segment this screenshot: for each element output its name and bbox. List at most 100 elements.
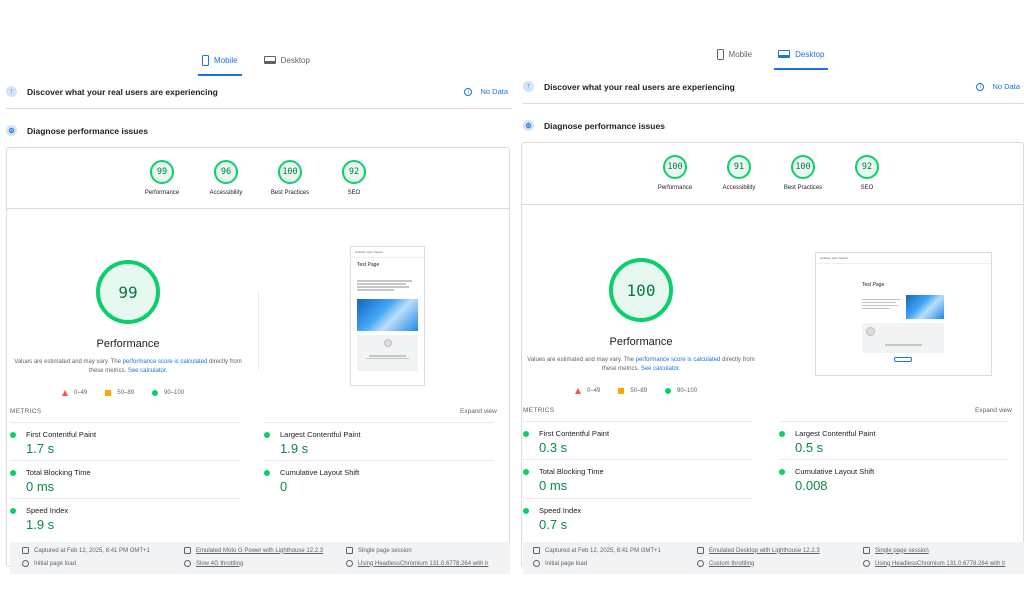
diagnose-section: ⚙ Diagnose performance issues (523, 120, 1024, 131)
settings-icon: ⚙ (6, 125, 17, 136)
device-tabs: Mobile Desktop (517, 44, 1024, 70)
pass-circle-icon (10, 431, 16, 438)
pass-circle-icon (10, 469, 16, 476)
metric-lcp: Largest Contentful Paint 0.5 s (779, 421, 1009, 455)
tab-mobile[interactable]: Mobile (713, 44, 757, 64)
score-calculated-link[interactable]: performance score is calculated (123, 359, 208, 365)
device-icon (184, 547, 191, 554)
timer-icon (22, 560, 29, 567)
pass-circle-icon (152, 390, 159, 396)
chrome-icon (863, 560, 870, 567)
tab-mobile[interactable]: Mobile (198, 50, 242, 76)
calendar-icon (22, 547, 29, 554)
tab-desktop[interactable]: Desktop (260, 50, 314, 70)
chrome-icon (346, 560, 353, 567)
screenshot-image (357, 299, 418, 331)
calculator-link[interactable]: See calculator. (128, 368, 167, 374)
metric-si: Speed Index 0.7 s (523, 498, 753, 532)
screenshot-image (906, 295, 944, 319)
pass-circle-icon (523, 468, 529, 475)
page-screenshot[interactable]: Ambient spin imperio Test Page (350, 246, 425, 386)
metric-fcp: First Contentful Paint 0.3 s (523, 421, 753, 455)
metric-tbt: Total Blocking Time 0 ms (10, 460, 240, 494)
people-icon: ↑ (523, 81, 534, 92)
performance-title: Performance (96, 338, 160, 350)
gauge-accessibility[interactable]: 91 Accessibility (717, 155, 761, 191)
calculator-link[interactable]: See calculator. (641, 366, 680, 372)
performance-score-gauge: 100 (609, 258, 673, 322)
calendar-icon (533, 547, 540, 554)
metric-cls: Cumulative Layout Shift 0 (264, 460, 494, 494)
gauge-performance[interactable]: 100 Performance (653, 155, 697, 191)
tab-desktop[interactable]: Desktop (774, 44, 829, 70)
no-data-indicator: i No Data (976, 82, 1020, 91)
performance-score-gauge: 99 (96, 260, 160, 324)
metric-lcp: Largest Contentful Paint 1.9 s (264, 422, 494, 456)
emulated-device-link[interactable]: Emulated Moto G Power with Lighthouse 12… (184, 547, 323, 554)
pass-circle-icon (779, 430, 785, 437)
discover-section[interactable]: ↑ Discover what your real users are expe… (523, 81, 1024, 92)
gauge-best-practices[interactable]: 100 Best Practices (268, 160, 312, 196)
browser-version-link[interactable]: Using HeadlessChromium 131.0.6778.264 wi… (863, 560, 1005, 567)
laptop-icon (263, 56, 276, 64)
estimate-note: Values are estimated and may vary. The p… (14, 359, 242, 374)
estimate-note: Values are estimated and may vary. The p… (527, 357, 755, 372)
divider (522, 204, 1023, 205)
score-legend: 0–49 50–89 90–100 (62, 390, 184, 396)
gauge-accessibility[interactable]: 96 Accessibility (204, 160, 248, 196)
expand-view-toggle[interactable]: Expand view (975, 407, 1012, 414)
throttling-link[interactable]: Slow 4G throttling (184, 560, 243, 567)
gauge-seo[interactable]: 92 SEO (845, 155, 889, 191)
pass-circle-icon (779, 468, 785, 475)
gauge-best-practices[interactable]: 100 Best Practices (781, 155, 825, 191)
gauge-seo[interactable]: 92 SEO (332, 160, 376, 196)
divider (7, 208, 509, 209)
score-legend: 0–49 50–89 90–100 (575, 388, 697, 394)
category-gauges: 99 Performance 96 Accessibility 100 Best Pr… (140, 160, 376, 196)
pass-circle-icon (264, 431, 270, 438)
device-icon (697, 547, 704, 554)
wifi-icon (184, 560, 191, 567)
no-data-indicator: i No Data (464, 87, 508, 96)
metric-tbt: Total Blocking Time 0 ms (523, 459, 753, 493)
info-icon: i (464, 87, 473, 96)
people-icon: ↑ (6, 86, 17, 97)
category-gauges: 100 Performance 91 Accessibility 100 Best P… (653, 155, 889, 191)
emulated-device-link[interactable]: Emulated Desktop with Lighthouse 12.2.3 (697, 547, 820, 554)
timer-icon (533, 560, 540, 567)
expand-view-toggle[interactable]: Expand view (460, 408, 497, 415)
score-calculated-link[interactable]: performance score is calculated (636, 357, 721, 363)
page-screenshot[interactable]: Ambient spin imperio Test Page (815, 252, 992, 376)
diagnose-section: ⚙ Diagnose performance issues (6, 125, 512, 136)
device-tabs: Mobile Desktop (0, 50, 512, 76)
separator (258, 290, 259, 370)
gauge-performance[interactable]: 99 Performance (140, 160, 184, 196)
session-icon (863, 547, 870, 554)
settings-icon: ⚙ (523, 120, 534, 131)
metric-si: Speed Index 1.9 s (10, 498, 240, 532)
desktop-report-panel: Mobile Desktop ↑ Discover what your real… (517, 0, 1024, 614)
throttling-link[interactable]: Custom throttling (697, 560, 754, 567)
average-square-icon (105, 390, 112, 396)
mobile-report-panel: Mobile Desktop ↑ Discover what your real… (0, 0, 512, 614)
runtime-settings: Captured at Feb 12, 2025, 8:41 PM GMT+1 … (523, 542, 1024, 574)
pass-circle-icon (523, 430, 529, 437)
info-icon: i (976, 82, 985, 91)
phone-icon (202, 54, 210, 66)
phone-icon (716, 48, 724, 60)
runtime-settings: Captured at Feb 12, 2025, 8:41 PM GMT+1 … (10, 542, 510, 574)
fail-triangle-icon (575, 388, 581, 394)
discover-section[interactable]: ↑ Discover what your real users are expe… (6, 86, 512, 97)
metrics-heading: METRICS (10, 408, 42, 415)
wifi-icon (697, 560, 704, 567)
pass-circle-icon (10, 507, 16, 514)
average-square-icon (618, 388, 625, 394)
performance-title: Performance (609, 336, 673, 348)
metrics-heading: METRICS (523, 407, 555, 414)
divider (6, 108, 512, 109)
metric-cls: Cumulative Layout Shift 0.008 (779, 459, 1009, 493)
browser-version-link[interactable]: Using HeadlessChromium 131.0.6778.264 wi… (346, 560, 488, 567)
pass-circle-icon (523, 507, 529, 514)
session-link[interactable]: Single page session (863, 547, 929, 554)
divider (523, 103, 1024, 104)
